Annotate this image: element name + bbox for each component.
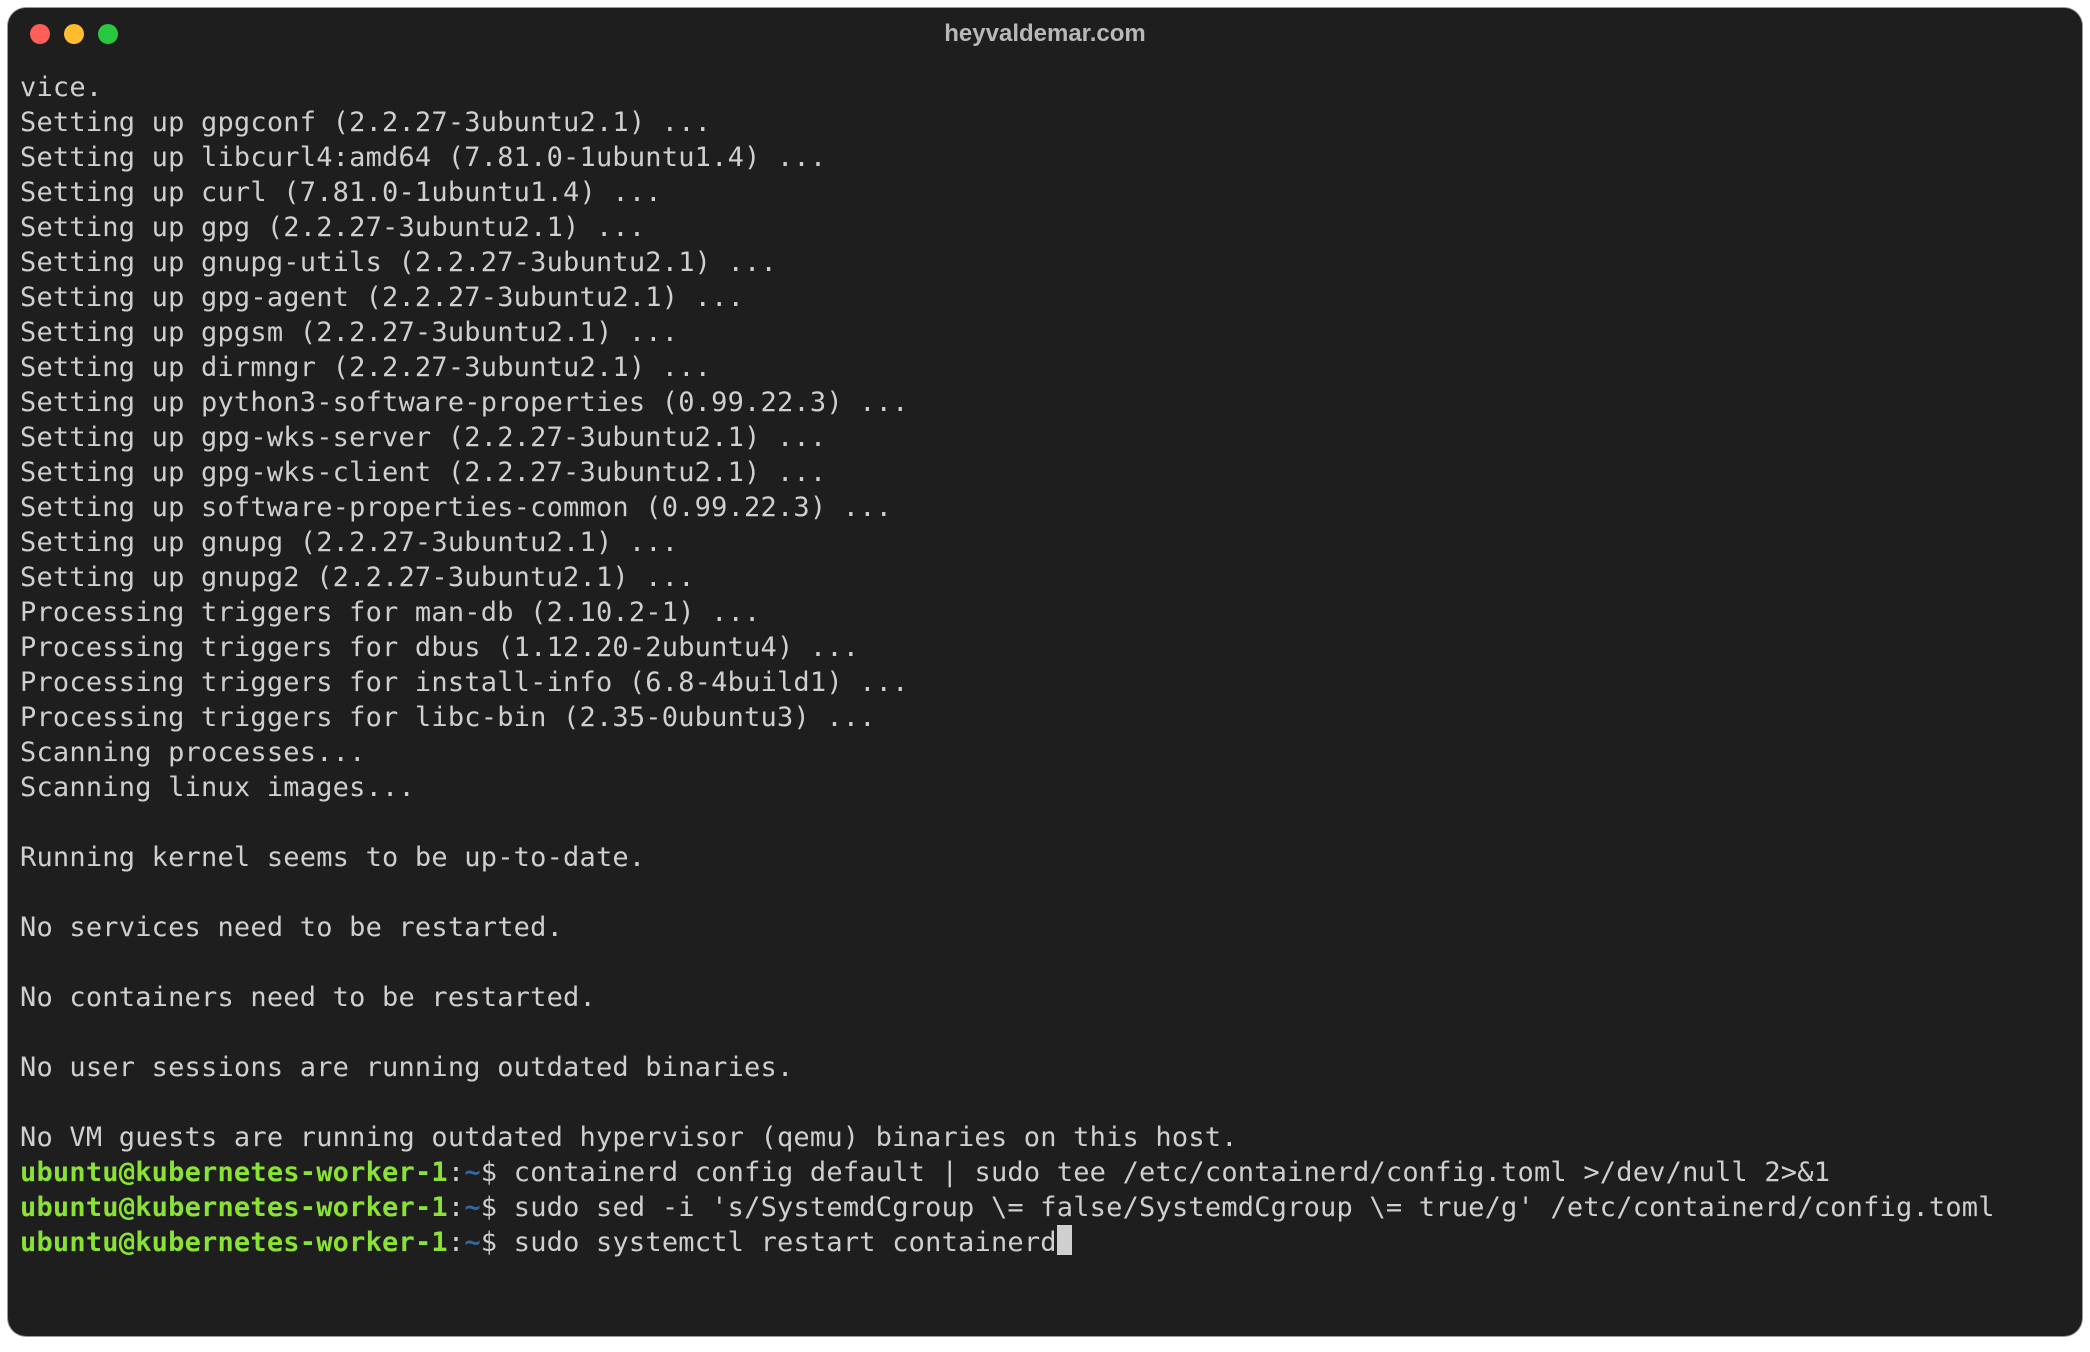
titlebar: heyvaldemar.com <box>8 8 2082 60</box>
output-line: Setting up dirmngr (2.2.27-3ubuntu2.1) .… <box>20 350 2070 385</box>
output-line: Processing triggers for man-db (2.10.2-1… <box>20 595 2070 630</box>
output-line: Setting up gpg-wks-client (2.2.27-3ubunt… <box>20 455 2070 490</box>
output-line <box>20 875 2070 910</box>
output-line: Setting up gpg-wks-server (2.2.27-3ubunt… <box>20 420 2070 455</box>
history-command-0: containerd config default | sudo tee /et… <box>514 1157 1830 1188</box>
terminal-body[interactable]: vice.Setting up gpgconf (2.2.27-3ubuntu2… <box>8 60 2082 1278</box>
output-line: Setting up gnupg2 (2.2.27-3ubuntu2.1) ..… <box>20 560 2070 595</box>
prompt-user-host: ubuntu@kubernetes-worker-1 <box>20 1157 448 1188</box>
prompt-symbol: $ <box>481 1192 497 1223</box>
output-line: Setting up gpgsm (2.2.27-3ubuntu2.1) ... <box>20 315 2070 350</box>
output-line: Scanning linux images... <box>20 770 2070 805</box>
output-line: Setting up gpgconf (2.2.27-3ubuntu2.1) .… <box>20 105 2070 140</box>
prompt-symbol: $ <box>481 1227 497 1258</box>
terminal-output: vice.Setting up gpgconf (2.2.27-3ubuntu2… <box>20 70 2070 1155</box>
output-line: Setting up curl (7.81.0-1ubuntu1.4) ... <box>20 175 2070 210</box>
window-title: heyvaldemar.com <box>8 20 2082 48</box>
output-line: No user sessions are running outdated bi… <box>20 1050 2070 1085</box>
prompt-symbol: $ <box>481 1157 497 1188</box>
output-line: Processing triggers for libc-bin (2.35-0… <box>20 700 2070 735</box>
output-line: No VM guests are running outdated hyperv… <box>20 1120 2070 1155</box>
output-line: Processing triggers for install-info (6.… <box>20 665 2070 700</box>
output-line <box>20 1015 2070 1050</box>
output-line: Setting up gnupg-utils (2.2.27-3ubuntu2.… <box>20 245 2070 280</box>
output-line <box>20 945 2070 980</box>
output-line: Setting up libcurl4:amd64 (7.81.0-1ubunt… <box>20 140 2070 175</box>
output-line: Running kernel seems to be up-to-date. <box>20 840 2070 875</box>
output-line: No containers need to be restarted. <box>20 980 2070 1015</box>
current-command-input[interactable]: sudo systemctl restart containerd <box>514 1227 1057 1258</box>
prompt-user-host: ubuntu@kubernetes-worker-1 <box>20 1192 448 1223</box>
output-line: No services need to be restarted. <box>20 910 2070 945</box>
output-line: Setting up gpg-agent (2.2.27-3ubuntu2.1)… <box>20 280 2070 315</box>
history-line-0: ubuntu@kubernetes-worker-1:~$ containerd… <box>20 1155 2070 1190</box>
output-line <box>20 1085 2070 1120</box>
terminal-window: heyvaldemar.com vice.Setting up gpgconf … <box>8 8 2082 1336</box>
cursor-icon <box>1057 1225 1072 1255</box>
close-window-button[interactable] <box>30 24 50 44</box>
output-line: Setting up software-properties-common (0… <box>20 490 2070 525</box>
output-line: vice. <box>20 70 2070 105</box>
history-line-1: ubuntu@kubernetes-worker-1:~$ sudo sed -… <box>20 1190 2070 1225</box>
prompt-user-host: ubuntu@kubernetes-worker-1 <box>20 1227 448 1258</box>
output-line: Setting up gnupg (2.2.27-3ubuntu2.1) ... <box>20 525 2070 560</box>
output-line: Setting up gpg (2.2.27-3ubuntu2.1) ... <box>20 210 2070 245</box>
prompt-path: ~ <box>464 1227 480 1258</box>
history-command-1: sudo sed -i 's/SystemdCgroup \= false/Sy… <box>514 1192 1995 1223</box>
prompt-path: ~ <box>464 1157 480 1188</box>
current-prompt-line: ubuntu@kubernetes-worker-1:~$ sudo syste… <box>20 1225 2070 1260</box>
output-line: Processing triggers for dbus (1.12.20-2u… <box>20 630 2070 665</box>
minimize-window-button[interactable] <box>64 24 84 44</box>
prompt-path: ~ <box>464 1192 480 1223</box>
output-line: Scanning processes... <box>20 735 2070 770</box>
output-line: Setting up python3-software-properties (… <box>20 385 2070 420</box>
traffic-lights <box>30 24 118 44</box>
maximize-window-button[interactable] <box>98 24 118 44</box>
output-line <box>20 805 2070 840</box>
